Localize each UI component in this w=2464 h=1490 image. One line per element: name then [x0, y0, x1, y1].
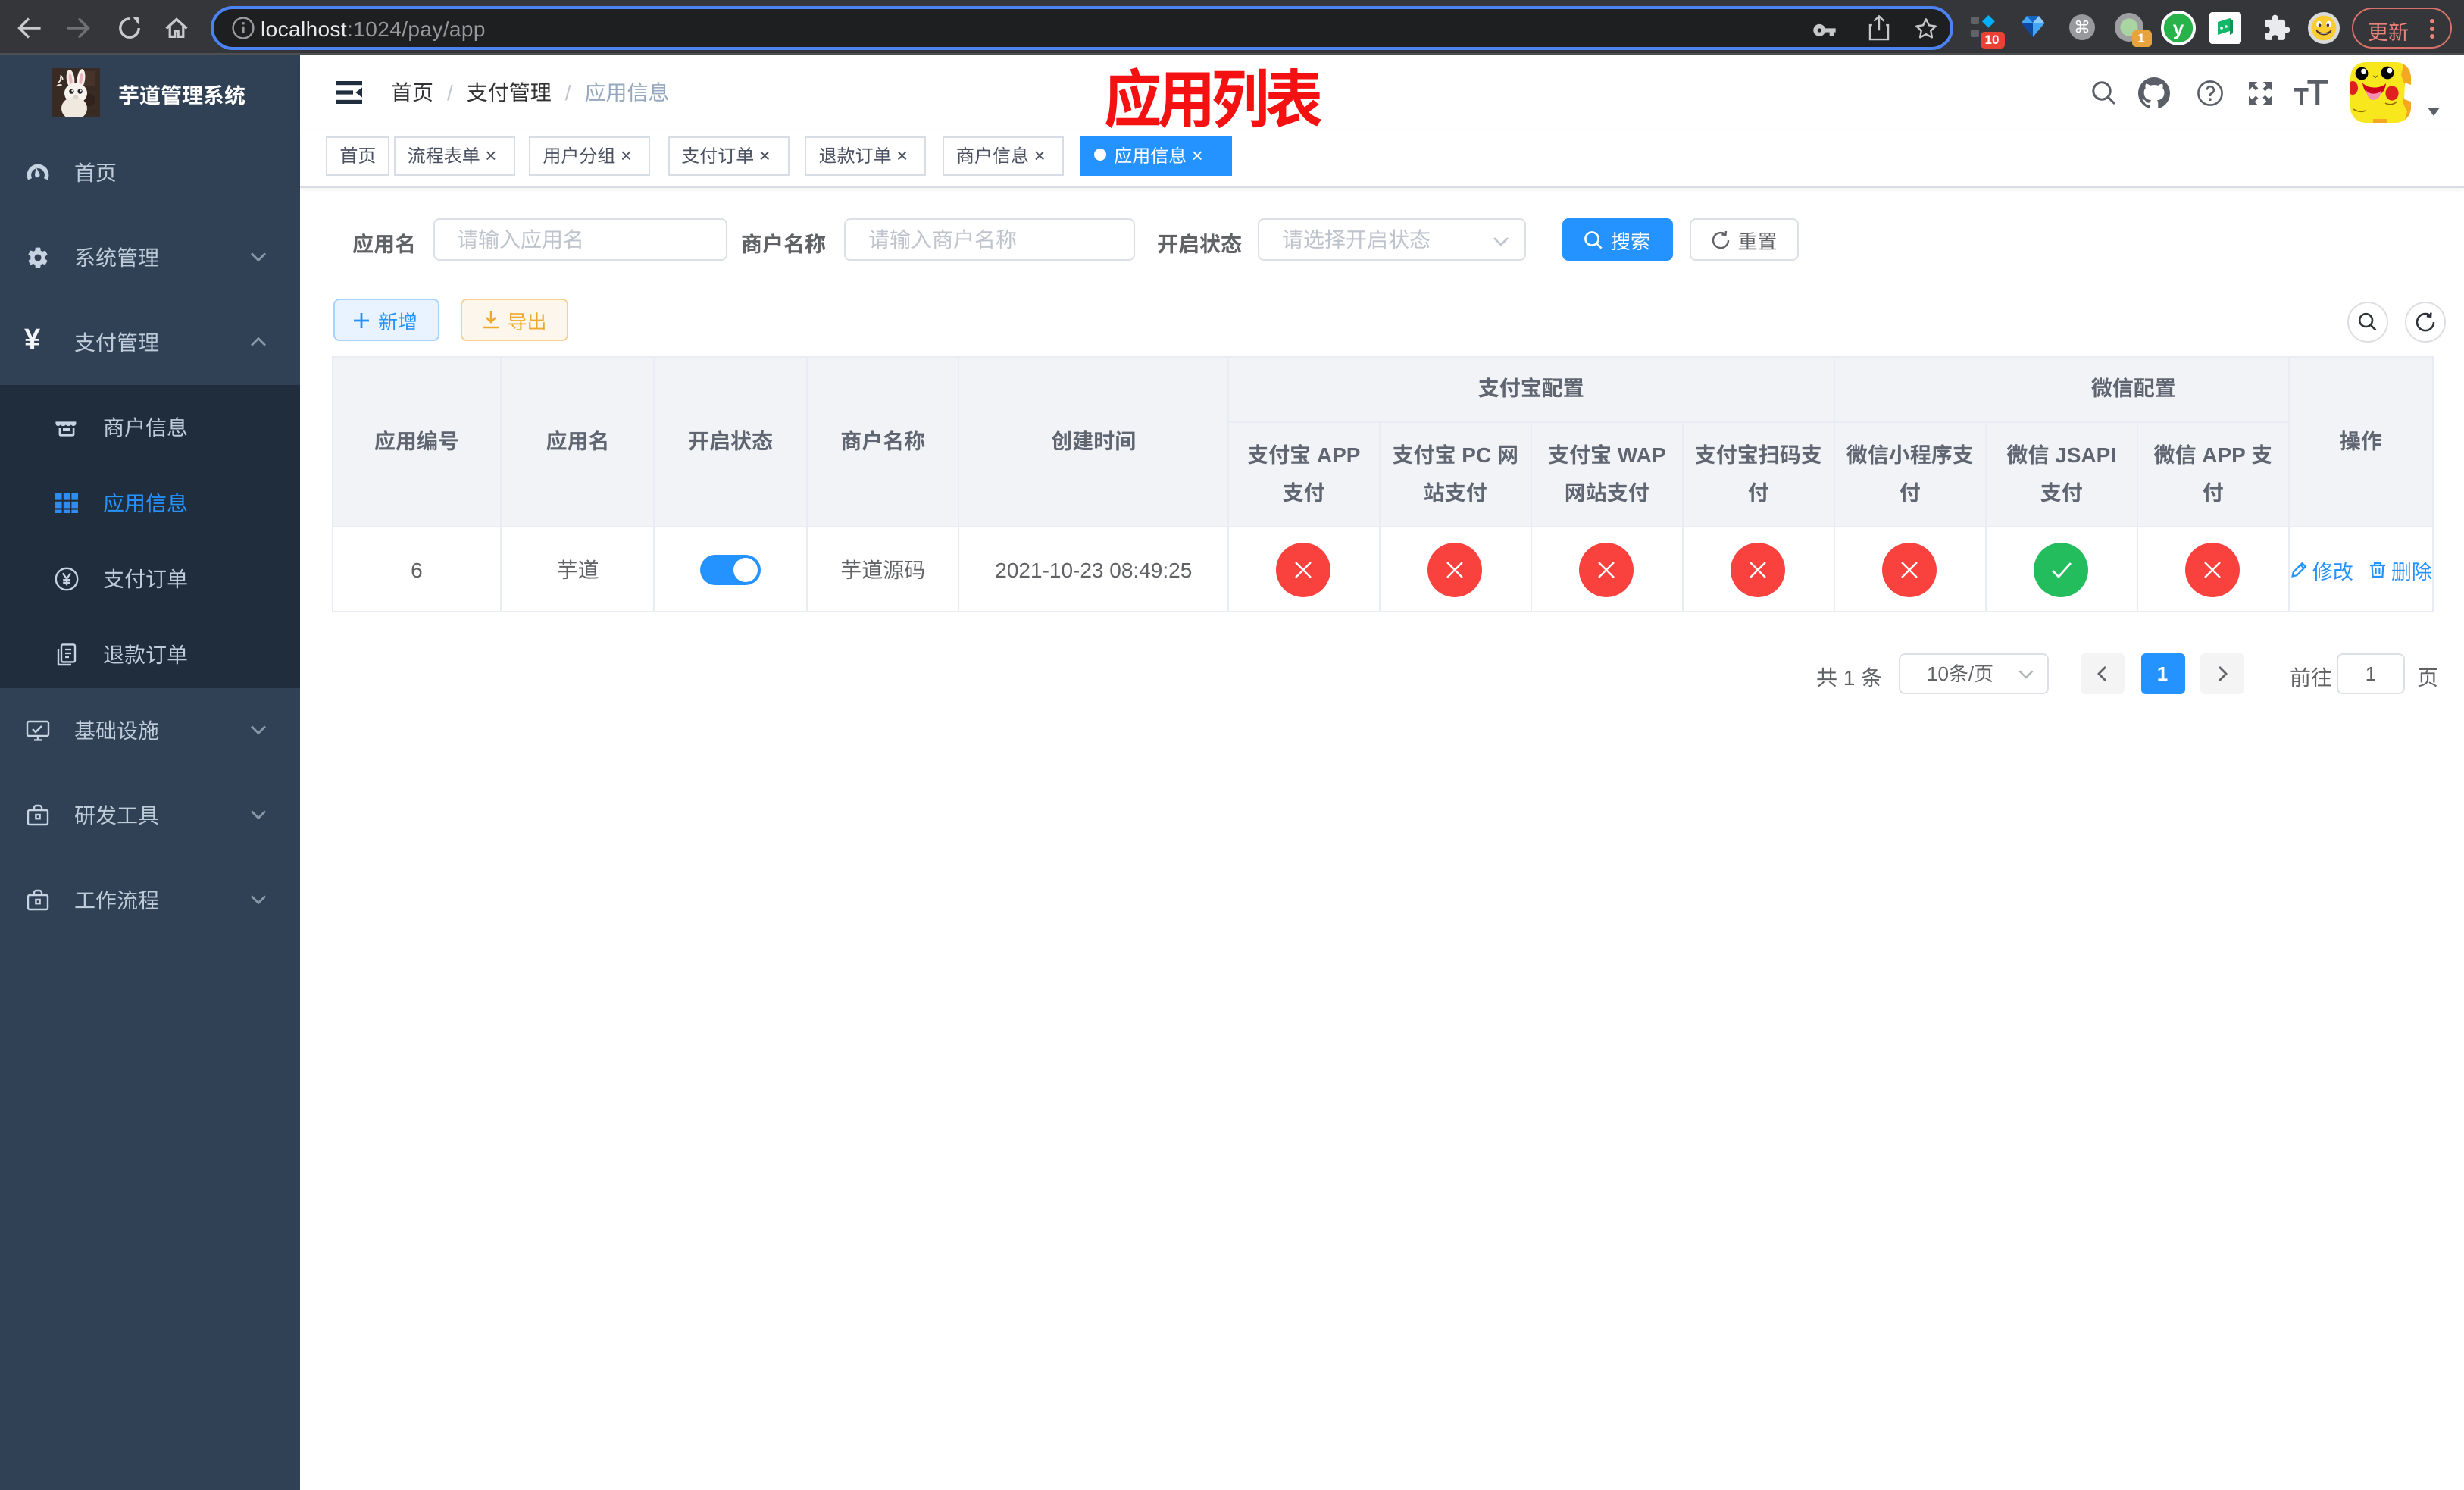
svg-text:⌘: ⌘: [2074, 18, 2090, 37]
svg-text:y: y: [2173, 16, 2184, 39]
